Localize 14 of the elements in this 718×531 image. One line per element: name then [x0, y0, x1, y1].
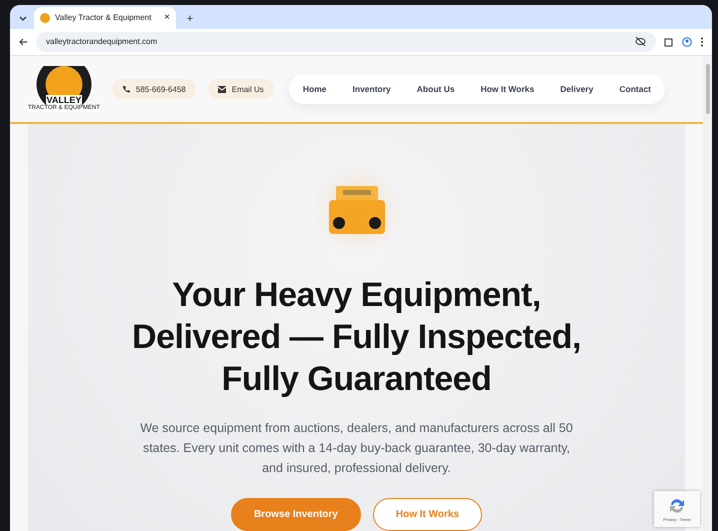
- email-button[interactable]: Email Us: [208, 79, 274, 99]
- nav-link[interactable]: Delivery: [560, 84, 594, 94]
- address-bar[interactable]: valleytractorandequipment.com: [36, 32, 656, 52]
- hero-description: We source equipment from auctions, dealers, and manufacturers across all 50 states. Every unit comes with a 14-day buy-back guarantee, 30-day warranty, and insured, professional delivery.: [139, 420, 574, 477]
- nav-link[interactable]: How It Works: [480, 84, 534, 94]
- browser-tab[interactable]: Valley Tractor & Equipment ×: [34, 6, 176, 29]
- nav-link[interactable]: Home: [302, 84, 327, 94]
- nav-link[interactable]: About Us: [416, 84, 455, 94]
- hero-heading: Your Heavy Equipment, Delivered — Fully Inspected, Fully Guaranteed: [132, 275, 581, 400]
- nav-link[interactable]: Contact: [619, 84, 651, 94]
- new-tab-button[interactable]: +: [182, 8, 198, 29]
- close-tab-button[interactable]: ×: [164, 12, 170, 24]
- nav-link[interactable]: Inventory: [352, 84, 391, 94]
- phone-button[interactable]: 585-669-6458: [112, 79, 196, 99]
